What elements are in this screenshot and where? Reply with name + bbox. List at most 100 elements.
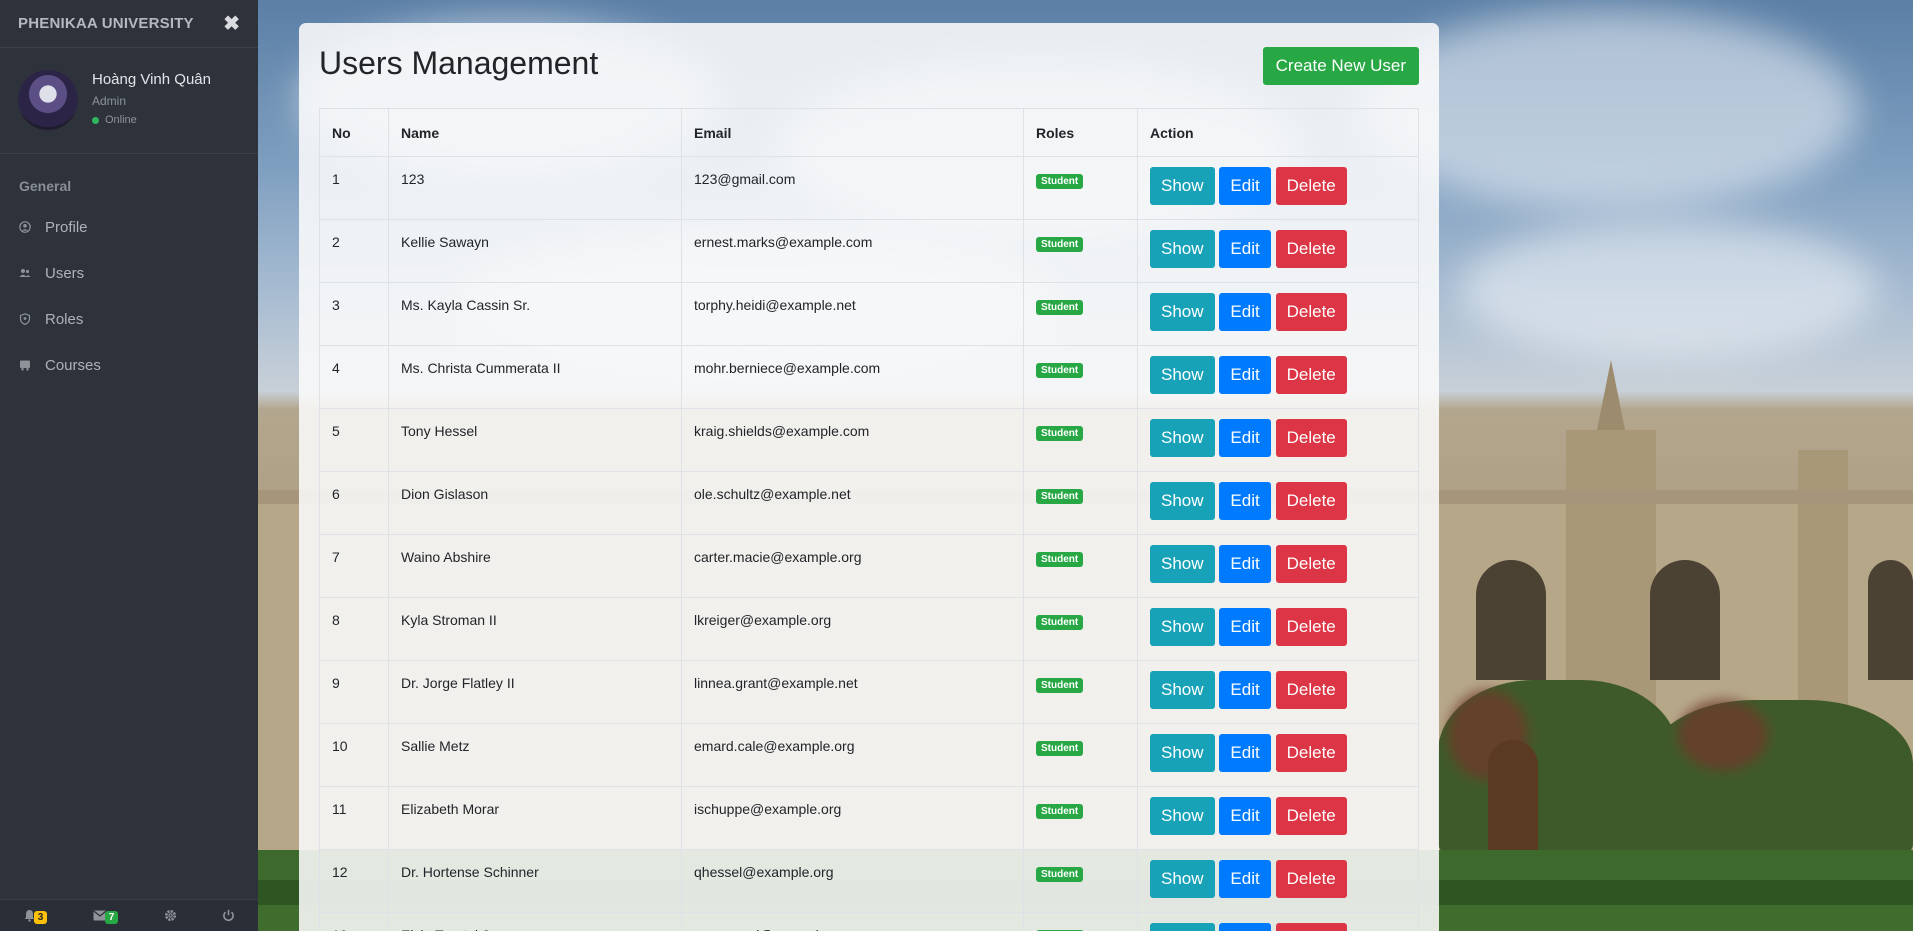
cell-email: ischuppe@example.org: [681, 786, 1024, 850]
shield-icon: [19, 313, 31, 325]
role-badge: Student: [1036, 489, 1084, 504]
show-button[interactable]: Show: [1150, 167, 1215, 205]
delete-button[interactable]: Delete: [1275, 482, 1347, 520]
sidebar-item-label: Profile: [45, 218, 88, 236]
table-row: 5 Tony Hessel kraig.shields@example.com Stu…: [319, 408, 1419, 472]
close-icon[interactable]: ✖: [223, 11, 240, 36]
show-button[interactable]: Show: [1150, 419, 1215, 457]
delete-button[interactable]: Delete: [1275, 671, 1347, 709]
show-button[interactable]: Show: [1150, 482, 1215, 520]
delete-button[interactable]: Delete: [1275, 608, 1347, 646]
cell-no: 1: [319, 156, 389, 220]
cell-actions: Show Edit Delete: [1137, 282, 1419, 346]
edit-button[interactable]: Edit: [1219, 293, 1271, 331]
column-header-no: No: [319, 108, 389, 157]
column-header-name: Name: [388, 108, 682, 157]
delete-button[interactable]: Delete: [1275, 293, 1347, 331]
cell-actions: Show Edit Delete: [1137, 597, 1419, 661]
notifications-button[interactable]: 3: [23, 907, 48, 924]
settings-button[interactable]: [164, 909, 177, 922]
show-button[interactable]: Show: [1150, 230, 1215, 268]
delete-button[interactable]: Delete: [1275, 797, 1347, 835]
sidebar-header: PHENIKAA UNIVERSITY ✖: [0, 0, 258, 48]
role-badge: Student: [1036, 741, 1084, 756]
show-button[interactable]: Show: [1150, 734, 1215, 772]
show-button[interactable]: Show: [1150, 293, 1215, 331]
cell-no: 10: [319, 723, 389, 787]
cell-actions: Show Edit Delete: [1137, 912, 1419, 931]
sidebar-item-label: Courses: [45, 356, 101, 374]
role-badge: Student: [1036, 552, 1084, 567]
show-button[interactable]: Show: [1150, 671, 1215, 709]
delete-button[interactable]: Delete: [1275, 356, 1347, 394]
cell-roles: Student: [1023, 786, 1138, 850]
gear-icon: [164, 910, 176, 921]
online-dot-icon: [92, 116, 99, 124]
show-button[interactable]: Show: [1150, 608, 1215, 646]
edit-button[interactable]: Edit: [1219, 671, 1271, 709]
column-header-email: Email: [681, 108, 1024, 157]
cell-roles: Student: [1023, 597, 1138, 661]
cell-roles: Student: [1023, 849, 1138, 913]
edit-button[interactable]: Edit: [1219, 230, 1271, 268]
cell-name: Sallie Metz: [388, 723, 682, 787]
cell-email: carter.macie@example.org: [681, 534, 1024, 598]
edit-button[interactable]: Edit: [1219, 167, 1271, 205]
role-badge: Student: [1036, 363, 1084, 378]
column-header-action: Action: [1137, 108, 1419, 157]
edit-button[interactable]: Edit: [1219, 797, 1271, 835]
delete-button[interactable]: Delete: [1275, 860, 1347, 898]
role-badge: Student: [1036, 174, 1084, 189]
cell-name: Kellie Sawayn: [388, 219, 682, 283]
show-button[interactable]: Show: [1150, 923, 1215, 931]
delete-button[interactable]: Delete: [1275, 545, 1347, 583]
cell-email: torphy.heidi@example.net: [681, 282, 1024, 346]
cell-roles: Student: [1023, 219, 1138, 283]
cell-roles: Student: [1023, 345, 1138, 409]
show-button[interactable]: Show: [1150, 860, 1215, 898]
edit-button[interactable]: Edit: [1219, 860, 1271, 898]
edit-button[interactable]: Edit: [1219, 608, 1271, 646]
sidebar-item-courses[interactable]: Courses: [0, 342, 258, 388]
delete-button[interactable]: Delete: [1275, 167, 1347, 205]
sidebar-item-label: Roles: [45, 310, 84, 328]
user-name: Hoàng Vinh Quân: [92, 71, 211, 88]
edit-button[interactable]: Edit: [1219, 923, 1271, 931]
edit-button[interactable]: Edit: [1219, 545, 1271, 583]
delete-button[interactable]: Delete: [1275, 923, 1347, 931]
user-info: Hoàng Vinh Quân Admin Online: [92, 70, 211, 126]
create-new-user-button[interactable]: Create New User: [1262, 47, 1419, 85]
table-row: 6 Dion Gislason ole.schultz@example.net Stu…: [319, 471, 1419, 535]
table-row: 12 Dr. Hortense Schinner qhessel@example.o…: [319, 849, 1419, 913]
show-button[interactable]: Show: [1150, 545, 1215, 583]
sidebar-item-roles[interactable]: Roles: [0, 296, 258, 342]
show-button[interactable]: Show: [1150, 797, 1215, 835]
cell-name: Elsie Treutel Jr.: [388, 912, 682, 931]
cell-roles: Student: [1023, 660, 1138, 724]
edit-button[interactable]: Edit: [1219, 734, 1271, 772]
show-button[interactable]: Show: [1150, 356, 1215, 394]
user-circle-icon: [19, 221, 31, 233]
cell-no: 4: [319, 345, 389, 409]
edit-button[interactable]: Edit: [1219, 482, 1271, 520]
table-row: 2 Kellie Sawayn ernest.marks@example.com St…: [319, 219, 1419, 283]
user-status: Online: [92, 114, 211, 126]
table-row: 10 Sallie Metz emard.cale@example.org Stude…: [319, 723, 1419, 787]
users-card: Users Management Create New User No Name…: [299, 23, 1439, 931]
cell-name: Dion Gislason: [388, 471, 682, 535]
messages-button[interactable]: 7: [93, 907, 119, 924]
logout-button[interactable]: [222, 909, 235, 922]
users-table: No Name Email Roles Action 1 123 123@gmail…: [319, 108, 1419, 931]
sidebar-item-profile[interactable]: Profile: [0, 204, 258, 250]
cell-name: Elizabeth Morar: [388, 786, 682, 850]
sidebar-item-users[interactable]: Users: [0, 250, 258, 296]
page-title: Users Management: [319, 45, 599, 81]
cell-roles: Teacher: [1023, 912, 1138, 931]
edit-button[interactable]: Edit: [1219, 419, 1271, 457]
edit-button[interactable]: Edit: [1219, 356, 1271, 394]
delete-button[interactable]: Delete: [1275, 734, 1347, 772]
delete-button[interactable]: Delete: [1275, 419, 1347, 457]
brand-title[interactable]: PHENIKAA UNIVERSITY: [18, 15, 194, 32]
delete-button[interactable]: Delete: [1275, 230, 1347, 268]
cell-roles: Student: [1023, 156, 1138, 220]
